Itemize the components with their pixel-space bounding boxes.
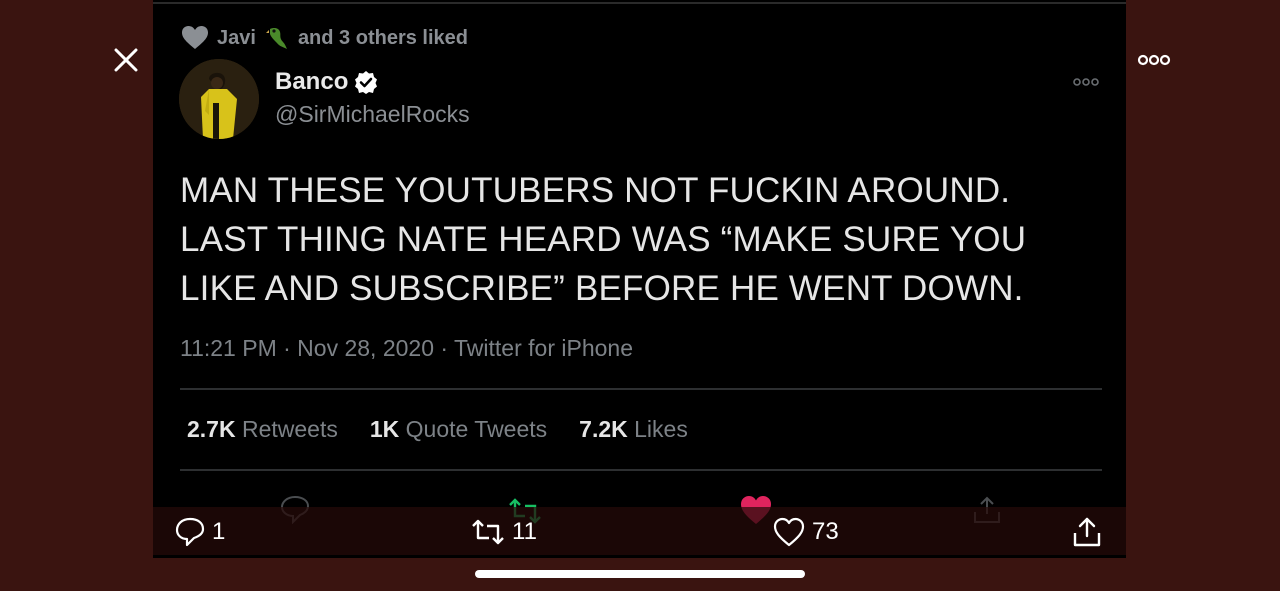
close-button[interactable] [110,44,142,76]
divider [180,469,1102,471]
likes-count: 7.2K [579,416,628,442]
retweets-label: Retweets [241,416,338,442]
retweet-count: 11 [512,518,537,545]
quote-tweets-stat: 1K Quote Tweets [370,416,547,443]
likes-stat: 7.2K Likes [579,416,688,443]
retweet-button[interactable]: 11 [470,514,537,550]
likes-label: Likes [634,416,688,442]
quotes-count: 1K [369,416,400,442]
home-indicator[interactable] [475,570,805,578]
action-bar [153,507,1126,555]
tweet-text: MAN THESE YOUTUBERS NOT FUCKIN AROUND. L… [180,171,1027,308]
more-icon [1137,54,1171,66]
verified-icon [355,71,378,94]
more-options-button[interactable] [1136,50,1172,70]
retweets-stat: 2.7K Retweets [187,416,338,443]
author-handle: @SirMichaelRocks [275,101,470,127]
like-button[interactable]: 73 [772,514,839,550]
heart-outline-icon [773,517,805,547]
share-icon [1073,517,1101,547]
retweets-count: 2.7K [187,416,236,442]
avatar [179,59,259,139]
reply-icon [175,517,205,547]
share-button[interactable] [1070,514,1104,550]
author-name-text: Banco [275,68,349,95]
tweet-stats: 2.7K Retweets 1K Quote Tweets 7.2K Likes [187,416,688,443]
close-icon [114,48,138,72]
tweet-meta: 11:21 PM · Nov 28, 2020 · Twitter for iP… [180,335,633,361]
liked-by-text: and 3 others liked [297,26,468,49]
photo-top-border [153,2,1126,4]
tweet-screenshot-image: Javi and 3 others liked Banco @SirMichae… [153,0,1126,558]
reply-count: 1 [212,518,226,545]
like-count: 73 [812,518,839,545]
liked-by-row: Javi and 3 others liked [181,24,468,52]
liked-by-name: Javi [217,26,256,49]
retweet-icon [472,519,504,545]
heart-icon [182,26,208,49]
author-name: Banco [275,68,378,96]
avatar-figure [179,59,259,139]
tweet-more-icon [1071,74,1101,90]
parrot-emoji-icon [265,28,287,49]
divider [180,388,1102,390]
reply-button[interactable]: 1 [174,514,225,550]
quotes-label: Quote Tweets [405,416,548,442]
